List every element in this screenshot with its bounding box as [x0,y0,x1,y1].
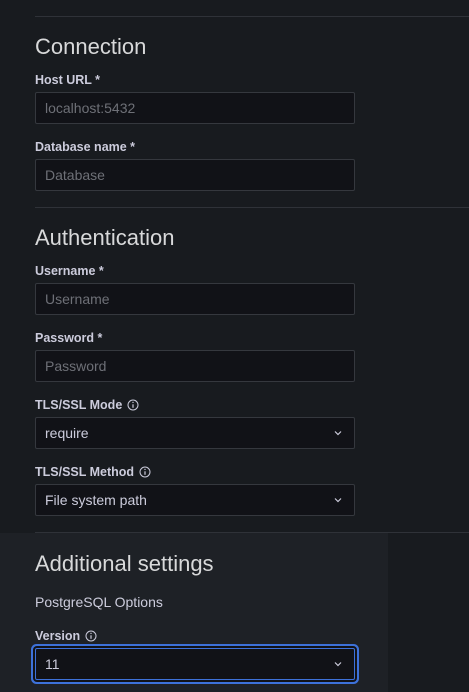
authentication-heading: Authentication [35,225,175,250]
info-circle-icon[interactable] [85,630,97,642]
database-name-label-text: Database name * [35,140,136,154]
postgresql-options-subtitle: PostgreSQL Options [35,594,163,610]
database-name-label: Database name * [35,140,135,154]
host-url-placeholder: localhost:5432 [45,100,136,116]
tls-method-label-text: TLS/SSL Method [35,465,135,479]
connection-heading: Connection [35,34,147,59]
chevron-down-icon [334,431,342,436]
password-label: Password * [35,331,102,345]
version-label: Version [35,629,97,643]
database-name-input[interactable]: Database [35,159,355,191]
password-input[interactable]: Password [35,350,355,382]
info-circle-icon[interactable] [139,466,151,478]
username-input[interactable]: Username [35,283,355,315]
password-label-text: Password * [35,331,103,345]
version-value: 11 [45,656,60,672]
host-url-label-text: Host URL * [35,73,101,87]
tls-mode-select[interactable]: require [35,417,355,449]
datasource-settings-form: Connection Host URL * localhost:5432 Dat… [0,0,469,692]
tls-mode-value: require [45,425,89,441]
password-placeholder: Password [45,358,107,374]
top-divider [35,16,469,17]
username-label: Username * [35,264,104,278]
tls-method-select[interactable]: File system path [35,484,355,516]
chevron-down-icon [334,662,342,667]
database-name-placeholder: Database [45,167,105,183]
username-placeholder: Username [45,291,110,307]
host-url-label: Host URL * [35,73,100,87]
version-select[interactable]: 11 [35,648,355,680]
tls-mode-label-text: TLS/SSL Mode [35,398,123,412]
version-label-text: Version [35,629,81,643]
additional-settings-heading: Additional settings [35,551,214,576]
chevron-down-icon [334,498,342,503]
tls-mode-label: TLS/SSL Mode [35,398,139,412]
connection-divider [35,207,469,208]
tls-method-label: TLS/SSL Method [35,465,151,479]
host-url-input[interactable]: localhost:5432 [35,92,355,124]
username-label-text: Username * [35,264,104,278]
tls-method-value: File system path [45,492,147,508]
info-circle-icon[interactable] [127,399,139,411]
